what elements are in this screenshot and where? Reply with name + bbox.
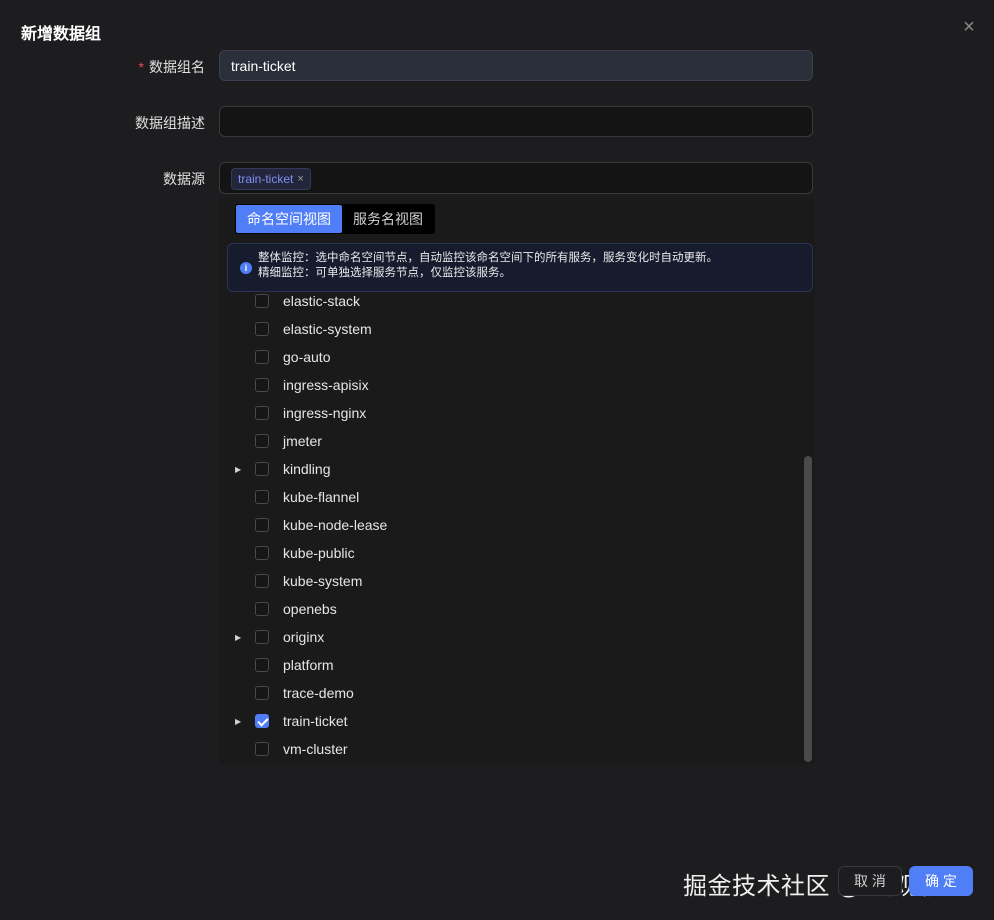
tree-node-checkbox[interactable] (255, 714, 269, 728)
tree-node[interactable]: ▶ originx (219, 623, 799, 651)
tree-node-checkbox[interactable] (255, 490, 269, 504)
expand-caret-icon[interactable]: ▶ (235, 707, 243, 735)
data-source-select[interactable]: train-ticket × (219, 162, 813, 194)
tree-node-checkbox[interactable] (255, 462, 269, 476)
tree-node[interactable]: trace-demo (219, 679, 799, 707)
info-alert: i 整体监控：选中命名空间节点，自动监控该命名空间下的所有服务，服务变化时自动更… (227, 243, 813, 292)
tree-node[interactable]: kube-node-lease (219, 511, 799, 539)
tree-node-checkbox[interactable] (255, 574, 269, 588)
required-mark: * (138, 59, 144, 75)
tree-node-label: kube-system (283, 573, 363, 589)
info-line-2: 精细监控：可单独选择服务节点，仅监控该服务。 (258, 267, 511, 279)
tree-node-checkbox[interactable] (255, 406, 269, 420)
tree-node-checkbox[interactable] (255, 686, 269, 700)
group-desc-input[interactable] (219, 106, 813, 137)
tree-node-checkbox[interactable] (255, 602, 269, 616)
tree-node[interactable]: platform (219, 651, 799, 679)
tree-node-label: kube-node-lease (283, 517, 388, 533)
tree-node-checkbox[interactable] (255, 658, 269, 672)
tree-node[interactable]: kube-system (219, 567, 799, 595)
info-icon: i (240, 262, 252, 274)
tree-node-label: originx (283, 629, 325, 645)
add-data-group-modal: 新增数据组 × * 数据组名 数据组描述 数据源 train-ticket × 命… (0, 0, 994, 920)
tree-node-checkbox[interactable] (255, 378, 269, 392)
tree-node-label: vm-cluster (283, 741, 348, 757)
name-label: * 数据组名 (85, 57, 205, 77)
cancel-button[interactable]: 取 消 (838, 866, 902, 896)
tree-node[interactable]: ingress-nginx (219, 399, 799, 427)
desc-label: 数据组描述 (135, 115, 205, 131)
tree-node-label: jmeter (283, 433, 322, 449)
close-icon[interactable]: × (958, 16, 980, 38)
tree-node-checkbox[interactable] (255, 434, 269, 448)
source-label: 数据源 (163, 171, 205, 187)
tree-node-checkbox[interactable] (255, 518, 269, 532)
scrollbar[interactable] (803, 456, 813, 764)
tree-node[interactable]: vm-cluster (219, 735, 799, 763)
selected-tag: train-ticket × (231, 168, 311, 190)
modal-title: 新增数据组 (21, 26, 102, 43)
expand-caret-icon[interactable]: ▶ (235, 455, 243, 483)
view-toggle: 命名空间视图 服务名视图 (235, 204, 435, 234)
tree-node-checkbox[interactable] (255, 742, 269, 756)
expand-caret-icon[interactable]: ▶ (235, 623, 243, 651)
tree-node[interactable]: go-auto (219, 343, 799, 371)
tree-node[interactable]: ▶ train-ticket (219, 707, 799, 735)
info-line-1: 整体监控：选中命名空间节点，自动监控该命名空间下的所有服务，服务变化时自动更新。 (258, 252, 718, 264)
scrollbar-thumb[interactable] (804, 456, 812, 762)
ok-button[interactable]: 确 定 (909, 866, 973, 896)
tree-node-checkbox[interactable] (255, 546, 269, 560)
tree-node-label: train-ticket (283, 713, 348, 729)
tag-remove-icon[interactable]: × (297, 173, 303, 185)
tree-node-checkbox[interactable] (255, 350, 269, 364)
tree-node-label: kube-public (283, 545, 355, 561)
tree-node-label: kindling (283, 461, 331, 477)
tree-node-label: kube-flannel (283, 489, 360, 505)
tree-node-label: ingress-nginx (283, 405, 367, 421)
tree-node-checkbox[interactable] (255, 322, 269, 336)
tree-node-label: ingress-apisix (283, 377, 369, 393)
tree-node[interactable]: jmeter (219, 427, 799, 455)
tab-service-view[interactable]: 服务名视图 (342, 205, 434, 233)
tree-node[interactable]: ingress-apisix (219, 371, 799, 399)
tree-node[interactable]: elastic-system (219, 315, 799, 343)
name-label-text: 数据组名 (149, 59, 205, 75)
tree-node-label: elastic-system (283, 321, 372, 337)
tree-node-checkbox[interactable] (255, 294, 269, 308)
tree-node-label: elastic-stack (283, 293, 361, 309)
tree-node[interactable]: ▶ kindling (219, 455, 799, 483)
selected-tag-label: train-ticket (238, 172, 294, 186)
tree-node-label: openebs (283, 601, 337, 617)
tree-node-label: platform (283, 657, 334, 673)
tab-namespace-view[interactable]: 命名空间视图 (236, 205, 342, 233)
tree-node-checkbox[interactable] (255, 630, 269, 644)
tree-node-label: trace-demo (283, 685, 354, 701)
tree-node[interactable]: openebs (219, 595, 799, 623)
tree-node[interactable]: elastic-stack (219, 287, 799, 315)
data-source-dropdown: 命名空间视图 服务名视图 i 整体监控：选中命名空间节点，自动监控该命名空间下的… (219, 198, 815, 764)
group-name-input[interactable] (219, 50, 813, 81)
tree-node[interactable]: kube-flannel (219, 483, 799, 511)
tree-node[interactable]: kube-public (219, 539, 799, 567)
tree-node-label: go-auto (283, 349, 331, 365)
